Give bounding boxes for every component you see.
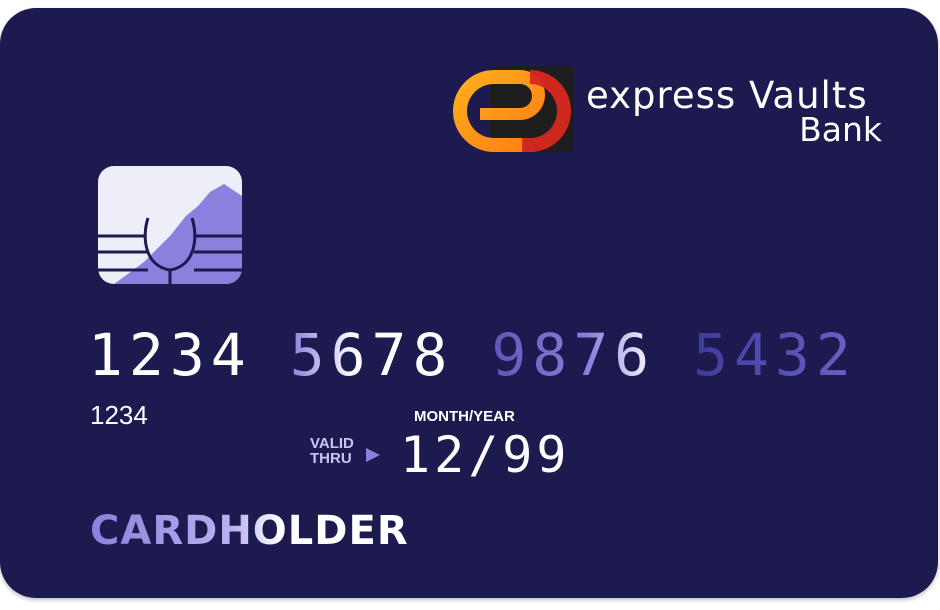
arrow-right-icon [366,448,380,462]
card-number-group-2: 5678 [289,321,454,389]
card-sub-number: 1234 [90,400,148,430]
card-number-group-4: 5432 [693,321,857,389]
valid-label: VALID [310,435,354,452]
credit-card: express Vaults Bank 1234 5678 9876 5432 123… [0,8,938,598]
month-year-label: MONTH/YEAR [414,408,515,425]
thru-label: THRU [310,450,352,467]
brand-subname: Bank [799,110,882,149]
card-number-group-1: 1234 [88,321,252,389]
bank-logo: express Vaults Bank [450,58,890,168]
card-number-group-3: 9876 [491,321,656,389]
card-number: 1234 5678 9876 5432 [88,320,851,390]
valid-thru-label: VALID THRU [310,436,370,466]
chip-icon [98,166,242,284]
cardholder-name: CARDHOLDER [90,508,409,554]
expiry-date: 12/99 [400,426,571,484]
bank-logo-icon [452,66,574,152]
